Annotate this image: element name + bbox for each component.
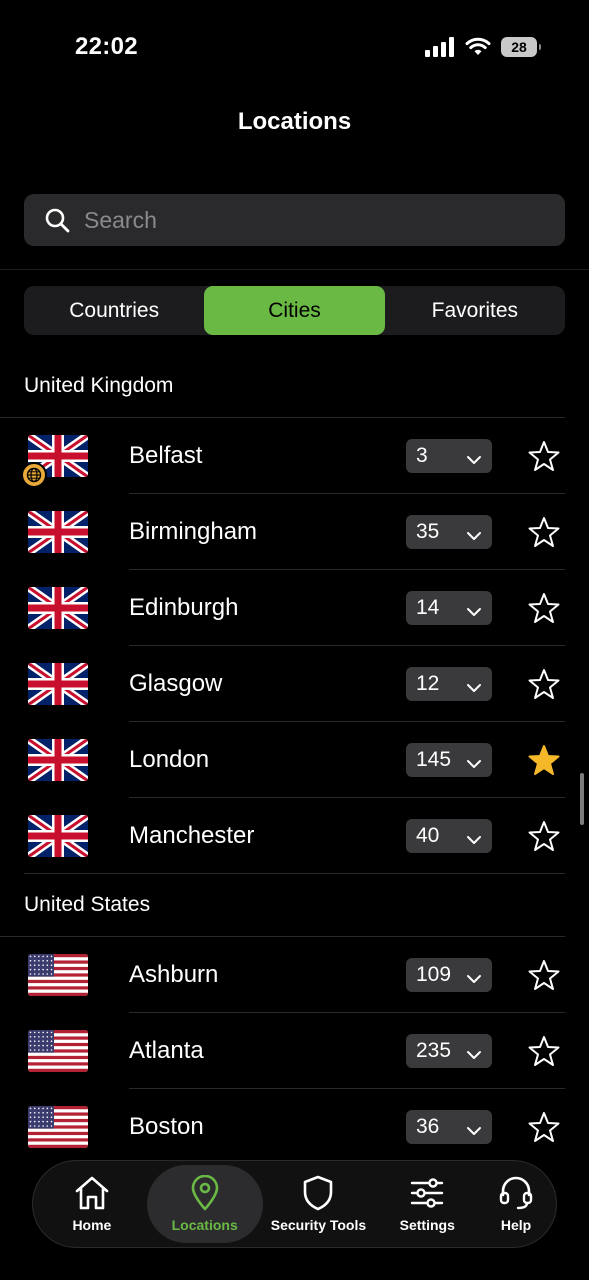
server-count-value: 145: [416, 748, 452, 771]
star-outline-icon[interactable]: [527, 819, 561, 853]
location-type-tabs: Countries Cities Favorites: [24, 286, 565, 335]
globe-icon: [21, 462, 47, 488]
server-count-dropdown[interactable]: 109: [406, 958, 492, 992]
server-count-dropdown[interactable]: 235: [406, 1034, 492, 1068]
status-bar: 22:02 28: [0, 0, 589, 96]
divider: [0, 269, 589, 270]
server-count-value: 36: [416, 1115, 440, 1138]
server-count-dropdown[interactable]: 35: [406, 515, 492, 549]
star-filled-icon[interactable]: [527, 743, 561, 777]
nav-help[interactable]: Help: [480, 1165, 552, 1243]
city-name: London: [129, 746, 210, 773]
server-count-value: 40: [416, 824, 440, 847]
chevron-down-icon: [466, 677, 482, 701]
chevron-down-icon: [466, 449, 482, 473]
nav-settings[interactable]: Settings: [374, 1165, 480, 1243]
tab-cities[interactable]: Cities: [204, 286, 385, 335]
uk-flag-icon: [28, 815, 88, 857]
city-row-birmingham[interactable]: Birmingham 35: [0, 494, 589, 570]
status-icons: 28: [425, 37, 541, 57]
star-outline-icon[interactable]: [527, 1034, 561, 1068]
city-row-manchester[interactable]: Manchester 40: [0, 798, 589, 874]
city-row-edinburgh[interactable]: Edinburgh 14: [0, 570, 589, 646]
city-list[interactable]: United Kingdom Belfast 3 Birmingham 35 Edinb…: [0, 355, 589, 1160]
headset-icon: [499, 1176, 533, 1210]
city-name: Belfast: [129, 442, 203, 469]
city-row-glasgow[interactable]: Glasgow 12: [0, 646, 589, 722]
nav-settings-label: Settings: [399, 1217, 455, 1233]
server-count-value: 14: [416, 596, 440, 619]
search-input[interactable]: [84, 206, 524, 234]
uk-flag-icon: [28, 663, 88, 705]
city-name: Glasgow: [129, 670, 223, 697]
star-outline-icon[interactable]: [527, 958, 561, 992]
server-count-dropdown[interactable]: 36: [406, 1110, 492, 1144]
server-count-dropdown[interactable]: 3: [406, 439, 492, 473]
city-row-ashburn[interactable]: Ashburn 109: [0, 937, 589, 1013]
home-icon: [75, 1176, 109, 1210]
server-count-value: 3: [416, 444, 428, 467]
search-box[interactable]: [24, 194, 565, 246]
battery-icon: 28: [501, 37, 541, 57]
tab-favorites[interactable]: Favorites: [385, 286, 565, 335]
wifi-icon: [465, 37, 491, 55]
us-flag-icon: [28, 1030, 88, 1072]
city-name: Manchester: [129, 822, 255, 849]
section-header-united-states: United States: [0, 874, 565, 937]
city-name: Atlanta: [129, 1037, 204, 1064]
star-outline-icon[interactable]: [527, 439, 561, 473]
star-outline-icon[interactable]: [527, 591, 561, 625]
uk-flag-icon: [28, 587, 88, 629]
us-flag-icon: [28, 1106, 88, 1148]
nav-home[interactable]: Home: [37, 1165, 147, 1243]
chevron-down-icon: [466, 1044, 482, 1068]
server-count-value: 235: [416, 1039, 452, 1062]
tab-countries[interactable]: Countries: [24, 286, 204, 335]
server-count-value: 12: [416, 672, 440, 695]
search-icon: [45, 208, 70, 233]
city-row-belfast[interactable]: Belfast 3: [0, 418, 589, 494]
us-flag-icon: [28, 954, 88, 996]
star-outline-icon[interactable]: [527, 1110, 561, 1144]
city-row-atlanta[interactable]: Atlanta 235: [0, 1013, 589, 1089]
battery-level: 28: [511, 39, 527, 55]
server-count-dropdown[interactable]: 14: [406, 591, 492, 625]
city-row-boston[interactable]: Boston 36: [0, 1089, 589, 1160]
bottom-nav: Home Locations Security Tools Settings H…: [32, 1160, 557, 1248]
cellular-signal-icon: [425, 37, 454, 57]
server-count-dropdown[interactable]: 12: [406, 667, 492, 701]
section-header-united-kingdom: United Kingdom: [0, 355, 565, 418]
uk-flag-icon: [28, 739, 88, 781]
page-title: Locations: [237, 108, 352, 135]
chevron-down-icon: [466, 1120, 482, 1144]
nav-security-tools-label: Security Tools: [270, 1217, 367, 1233]
city-name: Ashburn: [129, 961, 219, 988]
nav-locations[interactable]: Locations: [146, 1165, 263, 1243]
shield-icon: [304, 1175, 333, 1211]
server-count-value: 35: [416, 520, 440, 543]
scroll-indicator[interactable]: [580, 773, 584, 825]
location-pin-icon: [191, 1175, 218, 1211]
status-time: 22:02: [75, 33, 138, 60]
star-outline-icon[interactable]: [527, 667, 561, 701]
uk-flag-icon: [28, 511, 88, 553]
star-outline-icon[interactable]: [527, 515, 561, 549]
city-name: Edinburgh: [129, 594, 239, 621]
city-name: Boston: [129, 1113, 204, 1140]
nav-locations-label: Locations: [171, 1217, 238, 1233]
server-count-dropdown[interactable]: 145: [406, 743, 492, 777]
city-name: Birmingham: [129, 518, 258, 545]
server-count-value: 109: [416, 963, 452, 986]
chevron-down-icon: [466, 968, 482, 992]
chevron-down-icon: [466, 601, 482, 625]
chevron-down-icon: [466, 525, 482, 549]
nav-security-tools[interactable]: Security Tools: [263, 1165, 375, 1243]
chevron-down-icon: [466, 829, 482, 853]
nav-home-label: Home: [72, 1217, 112, 1233]
city-row-london[interactable]: London 145: [0, 722, 589, 798]
sliders-icon: [411, 1178, 444, 1208]
nav-help-label: Help: [500, 1217, 532, 1233]
server-count-dropdown[interactable]: 40: [406, 819, 492, 853]
chevron-down-icon: [466, 753, 482, 777]
